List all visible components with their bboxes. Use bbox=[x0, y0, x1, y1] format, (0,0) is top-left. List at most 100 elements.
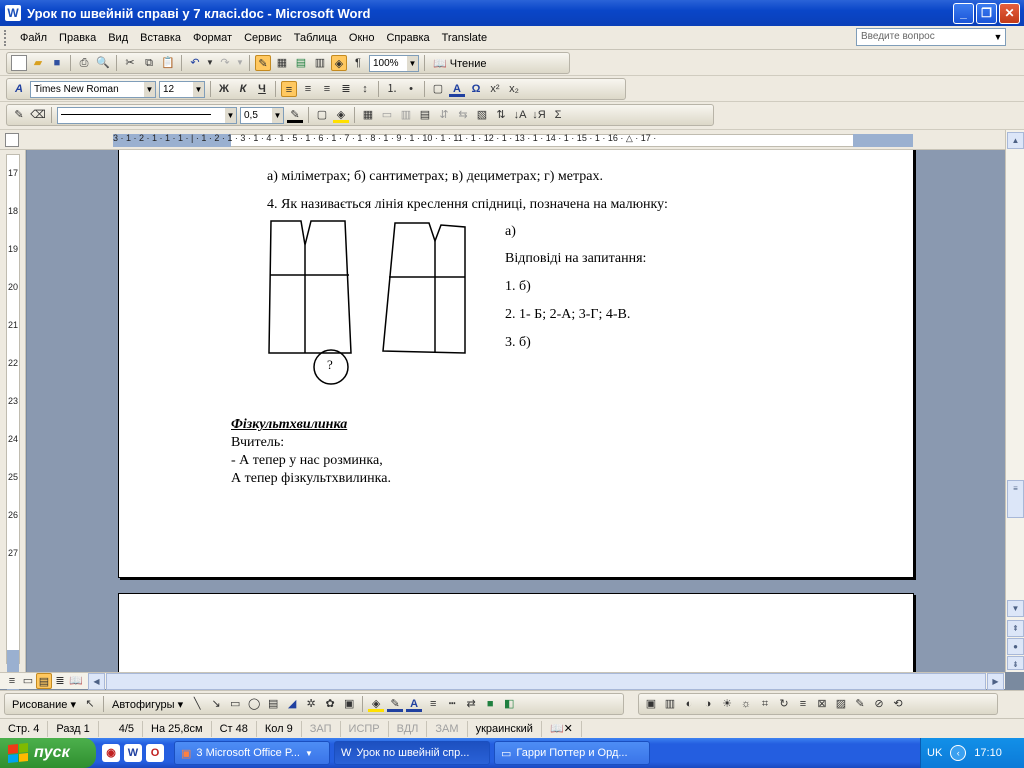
zoom-combo[interactable]: 100% ▼ bbox=[369, 54, 419, 72]
language-indicator[interactable]: UK bbox=[927, 747, 942, 759]
diagram-icon[interactable]: ✲ bbox=[303, 696, 319, 712]
align-right-icon[interactable]: ≡ bbox=[319, 81, 335, 97]
autosum-icon[interactable]: Σ bbox=[550, 107, 566, 123]
cut-icon[interactable]: ✂ bbox=[122, 55, 138, 71]
next-page[interactable] bbox=[118, 593, 914, 672]
rotate-icon[interactable]: ↻ bbox=[776, 696, 792, 712]
select-pointer-icon[interactable]: ↖ bbox=[82, 696, 98, 712]
outline-view-icon[interactable]: ≣ bbox=[52, 673, 68, 689]
image-control-icon[interactable]: ▥ bbox=[662, 696, 678, 712]
task-office-group[interactable]: ▣ 3 Microsoft Office P... ▼ bbox=[174, 741, 330, 765]
quick-launch-opera-icon[interactable]: O bbox=[146, 744, 164, 762]
picture-icon[interactable]: ▣ bbox=[341, 696, 357, 712]
insert-excel-icon[interactable]: ▤ bbox=[293, 55, 309, 71]
spelling-status-icon[interactable]: 📖✕ bbox=[542, 720, 582, 737]
clock[interactable]: 17:10 bbox=[974, 747, 1002, 759]
wordart-icon[interactable]: ◢ bbox=[284, 696, 300, 712]
more-contrast-icon[interactable]: ◐ bbox=[681, 696, 697, 712]
size-dropdown-icon[interactable]: ▼ bbox=[193, 81, 204, 97]
prev-page-button[interactable]: ⇞ bbox=[1007, 620, 1024, 637]
open-folder-icon[interactable]: ▰ bbox=[30, 55, 46, 71]
status-rec[interactable]: ЗАП bbox=[302, 720, 341, 737]
zoom-dropdown-icon[interactable]: ▼ bbox=[407, 55, 418, 71]
scroll-right-button[interactable]: ▶ bbox=[987, 673, 1004, 690]
status-language[interactable]: украинский bbox=[468, 720, 542, 737]
styles-icon[interactable]: A bbox=[11, 81, 27, 97]
text-wrap-icon[interactable]: ▨ bbox=[833, 696, 849, 712]
show-formatting-icon[interactable]: ¶ bbox=[350, 55, 366, 71]
horizontal-scrollbar[interactable]: ≡ ▭ ▤ ≣ 📖 ◀ ▶ bbox=[0, 672, 1005, 690]
document-area[interactable]: а) міліметрах; б) сантиметрах; в) дециме… bbox=[27, 150, 1005, 672]
print-icon[interactable]: ⎙ bbox=[76, 55, 92, 71]
document-page[interactable]: а) міліметрах; б) сантиметрах; в) дециме… bbox=[118, 150, 914, 578]
superscript-icon[interactable]: x² bbox=[487, 81, 503, 97]
undo-dropdown-icon[interactable]: ▼ bbox=[206, 55, 214, 71]
copy-icon[interactable]: ⧉ bbox=[141, 55, 157, 71]
menu-view[interactable]: Вид bbox=[102, 32, 134, 44]
line-style-icon[interactable]: ≡ bbox=[425, 696, 441, 712]
quick-launch-app-icon[interactable]: ◉ bbox=[102, 744, 120, 762]
font-size-combo[interactable]: 12 ▼ bbox=[159, 80, 205, 98]
italic-button[interactable]: К bbox=[235, 81, 251, 97]
scroll-up-button[interactable]: ▲ bbox=[1007, 132, 1024, 149]
line-style-dropdown-icon[interactable]: ▼ bbox=[225, 107, 236, 123]
bold-button[interactable]: Ж bbox=[216, 81, 232, 97]
horizontal-ruler[interactable]: 3 · 1 · 2 · 1 · 1 · 1 · | · 1 · 2 · 1 · … bbox=[0, 130, 1024, 150]
columns-icon[interactable]: ▥ bbox=[312, 55, 328, 71]
menu-translate[interactable]: Translate bbox=[436, 32, 493, 44]
draw-table-icon[interactable]: ✎ bbox=[255, 55, 271, 71]
ask-question-input[interactable]: Введите вопрос bbox=[856, 28, 1006, 46]
fill-color-icon[interactable]: ◈ bbox=[368, 696, 385, 712]
font-color-icon[interactable]: A bbox=[406, 696, 423, 712]
more-brightness-icon[interactable]: ☀ bbox=[719, 696, 735, 712]
border-color-icon[interactable]: ✎ bbox=[287, 107, 303, 123]
set-transparent-icon[interactable]: ⊘ bbox=[871, 696, 887, 712]
line-weight-dropdown-icon[interactable]: ▼ bbox=[272, 107, 283, 123]
start-button[interactable]: пуск bbox=[0, 738, 96, 768]
undo-icon[interactable]: ↶ bbox=[187, 55, 203, 71]
oval-icon[interactable]: ◯ bbox=[246, 696, 262, 712]
align-center-icon[interactable]: ≡ bbox=[300, 81, 316, 97]
line-color-icon[interactable]: ✎ bbox=[387, 696, 404, 712]
print-layout-icon[interactable]: ▤ bbox=[36, 673, 52, 689]
autoshapes-button[interactable]: Автофигуры ▾ bbox=[109, 698, 186, 711]
menu-tools[interactable]: Сервис bbox=[238, 32, 288, 44]
print-preview-icon[interactable]: 🔍 bbox=[95, 55, 111, 71]
sort-ascending-icon[interactable]: ↓A bbox=[512, 107, 528, 123]
ask-dropdown-icon[interactable]: ▼ bbox=[992, 29, 1004, 45]
tray-expand-icon[interactable]: ‹ bbox=[950, 745, 967, 761]
close-button[interactable]: ✕ bbox=[999, 3, 1020, 24]
redo-dropdown-icon[interactable]: ▼ bbox=[236, 55, 244, 71]
arrow-icon[interactable]: ↘ bbox=[208, 696, 224, 712]
symbol-icon[interactable]: Ω bbox=[468, 81, 484, 97]
minimize-button[interactable]: _ bbox=[953, 3, 974, 24]
align-left-icon[interactable]: ≡ bbox=[281, 81, 297, 97]
tab-selector[interactable] bbox=[5, 133, 19, 147]
vertical-ruler[interactable]: 17 18 19 20 21 22 23 24 25 26 27 bbox=[0, 150, 26, 722]
menu-file[interactable]: Файл bbox=[14, 32, 53, 44]
save-icon[interactable]: ■ bbox=[49, 55, 65, 71]
reading-view-icon[interactable]: 📖 bbox=[68, 673, 84, 689]
font-color-icon[interactable]: A bbox=[449, 81, 465, 97]
word-app-icon[interactable]: W bbox=[5, 5, 21, 21]
menu-help[interactable]: Справка bbox=[380, 32, 435, 44]
merge-cells-icon[interactable]: ▭ bbox=[379, 107, 395, 123]
scroll-left-button[interactable]: ◀ bbox=[88, 673, 105, 690]
arrow-style-icon[interactable]: ⇄ bbox=[463, 696, 479, 712]
menu-format[interactable]: Формат bbox=[187, 32, 238, 44]
status-ext[interactable]: ВДЛ bbox=[389, 720, 428, 737]
clipart-icon[interactable]: ✿ bbox=[322, 696, 338, 712]
menu-insert[interactable]: Вставка bbox=[134, 32, 187, 44]
redo-icon[interactable]: ↷ bbox=[217, 55, 233, 71]
text-direction-icon[interactable]: ⇅ bbox=[493, 107, 509, 123]
font-dropdown-icon[interactable]: ▼ bbox=[144, 81, 155, 97]
quick-launch-word-icon[interactable]: W bbox=[124, 744, 142, 762]
line-style-combo[interactable]: ▼ bbox=[57, 106, 237, 124]
reading-mode-button[interactable]: 📖 Чтение bbox=[430, 57, 489, 70]
task-harry-potter[interactable]: ▭ Гарри Поттер и Орд... bbox=[494, 741, 650, 765]
web-view-icon[interactable]: ▭ bbox=[20, 673, 36, 689]
justify-icon[interactable]: ≣ bbox=[338, 81, 354, 97]
status-trk[interactable]: ИСПР bbox=[341, 720, 389, 737]
3d-icon[interactable]: ◧ bbox=[501, 696, 517, 712]
menu-table[interactable]: Таблица bbox=[288, 32, 343, 44]
